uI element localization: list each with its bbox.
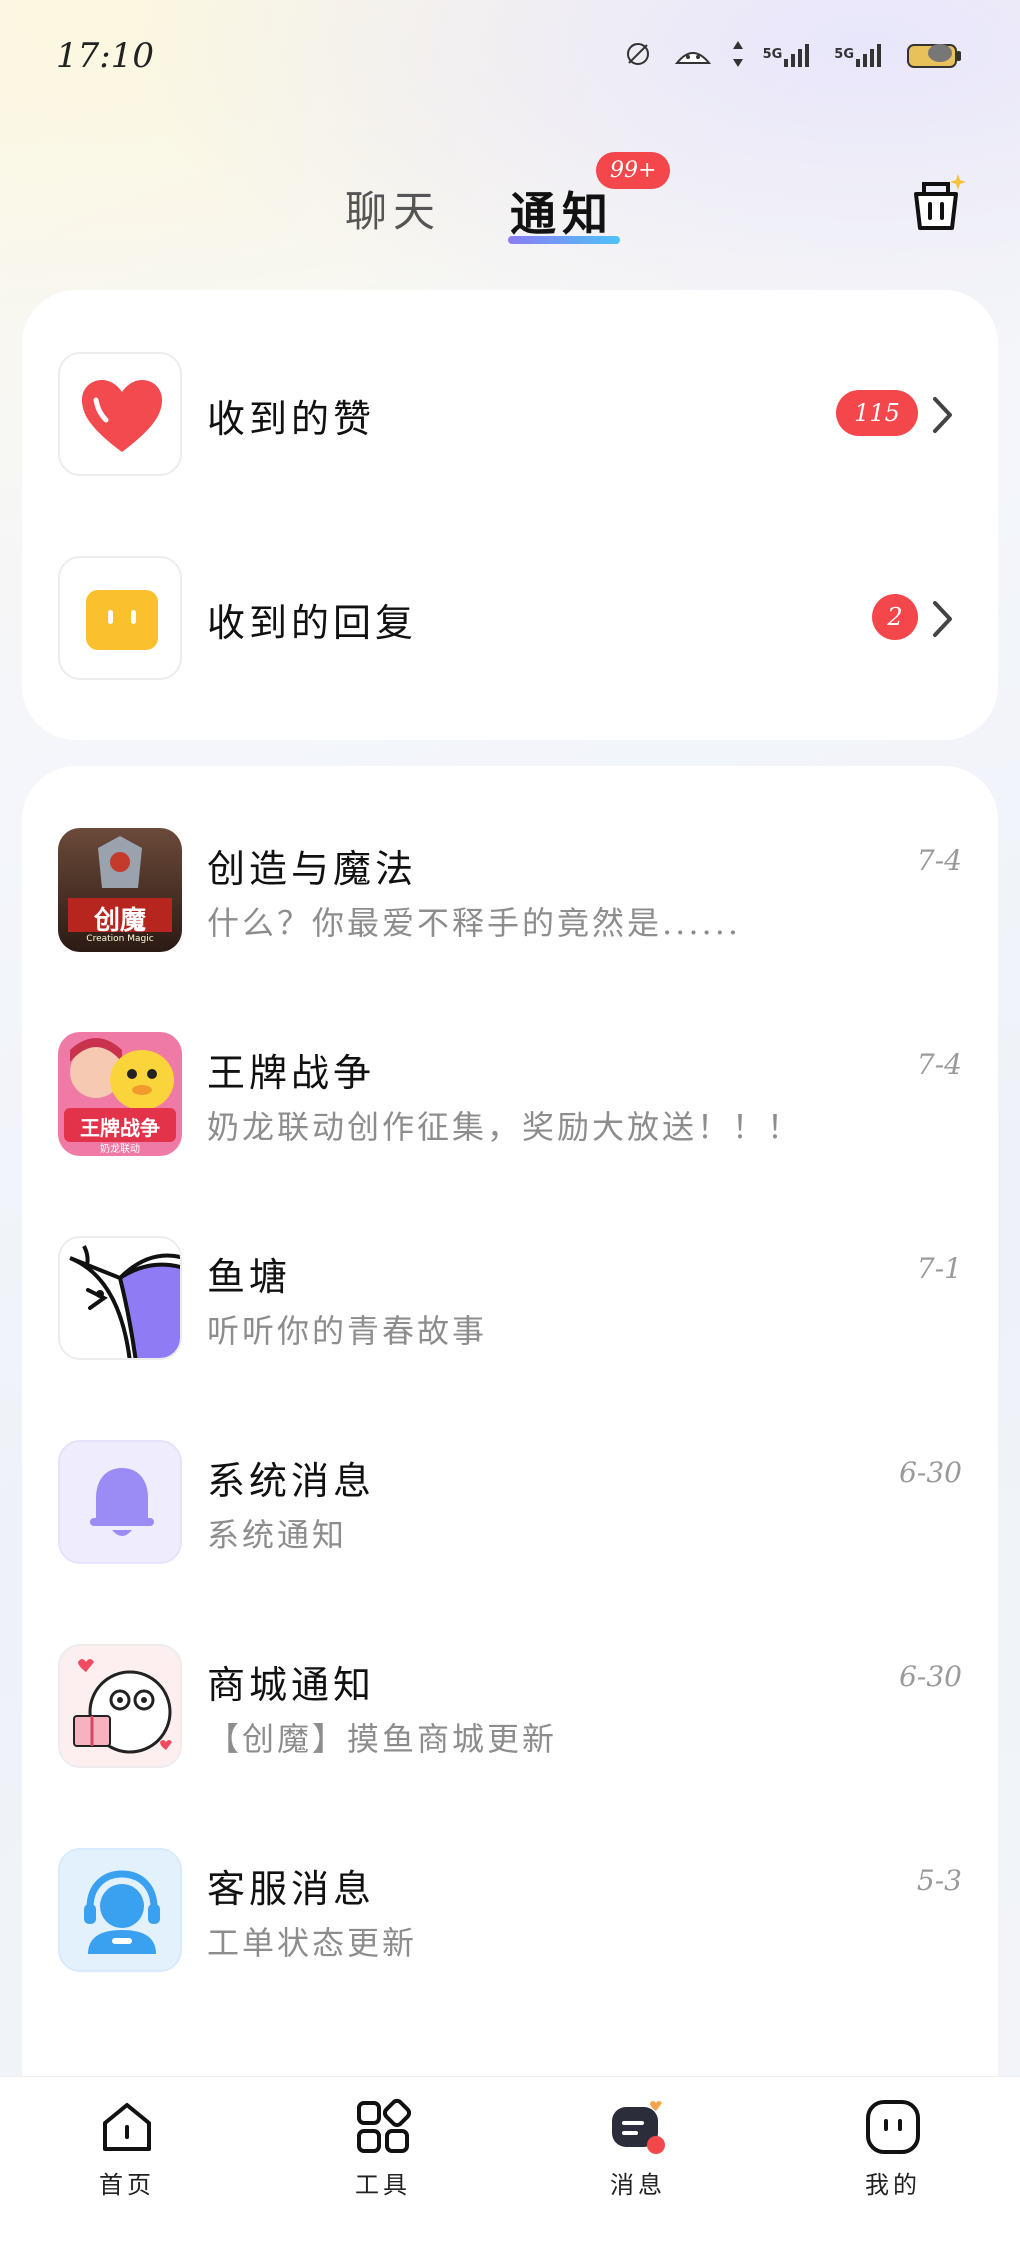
list-item[interactable]: 创魔 Creation Magic 创造与魔法 什么？你最爱不释手的竟然是...… (22, 828, 998, 952)
mall-mascot-icon (58, 1644, 182, 1768)
network-label-2: 5G (834, 46, 854, 62)
signal-5g-icon-1: 5G (763, 36, 817, 72)
nav-profile-label: 我的 (865, 2171, 921, 2199)
likes-row[interactable]: 收到的赞 115 (22, 352, 998, 476)
ace-war-game-icon: 王牌战争 奶龙联动 (58, 1032, 182, 1156)
clear-notifications-button[interactable] (906, 170, 970, 234)
nav-messages-label: 消息 (610, 2171, 666, 2199)
customer-service-icon (58, 1848, 182, 1972)
game-logo-subtext: 奶龙联动 (100, 1144, 140, 1155)
message-icon (612, 2101, 665, 2154)
reply-face-icon (58, 556, 182, 680)
list-item[interactable]: 王牌战争 奶龙联动 王牌战争 奶龙联动创作征集，奖励大放送！！！ 7-4 (22, 1032, 998, 1156)
tools-grid-icon (357, 2098, 412, 2153)
replies-row[interactable]: 收到的回复 2 (22, 556, 998, 680)
bell-icon (58, 1440, 182, 1564)
item-subtitle: 系统通知 (207, 1516, 348, 1554)
item-title: 鱼塘 (207, 1255, 292, 1299)
cat-sticker-icon (673, 36, 713, 72)
item-title: 系统消息 (207, 1459, 376, 1503)
item-subtitle: 奶龙联动创作征集，奖励大放送！！！ (207, 1108, 803, 1146)
profile-face-icon (866, 2100, 920, 2154)
top-tabs: 聊天 通知 99+ (0, 152, 1020, 260)
likes-count-badge: 115 (836, 390, 918, 436)
fish-pond-icon (58, 1236, 182, 1360)
list-item[interactable]: 客服消息 工单状态更新 5-3 (22, 1848, 998, 1972)
item-title: 王牌战争 (207, 1051, 376, 1095)
tab-active-indicator (508, 236, 620, 244)
game-logo-text: 创魔 (93, 906, 146, 936)
status-time: 17:10 (56, 36, 154, 76)
list-item[interactable]: 商城通知 【创魔】摸鱼商城更新 6-30 (22, 1644, 998, 1768)
message-list: 创魔 Creation Magic 创造与魔法 什么？你最爱不释手的竟然是...… (22, 766, 998, 2086)
replies-label: 收到的回复 (207, 601, 418, 645)
item-date: 7-4 (916, 1048, 962, 1081)
status-icons: 5G 5G (621, 36, 964, 72)
nav-profile[interactable]: 我的 (833, 2097, 953, 2200)
item-date: 6-30 (899, 1660, 962, 1693)
nav-tools-label: 工具 (355, 2171, 411, 2199)
game-logo-subtext: Creation Magic (86, 934, 154, 944)
bottom-nav: 首页 工具 消息 我的 (0, 2076, 1020, 2244)
tab-notify[interactable]: 通知 (510, 178, 614, 244)
item-title: 创造与魔法 (207, 847, 418, 891)
nav-home-label: 首页 (99, 2171, 155, 2199)
list-item[interactable]: 系统消息 系统通知 6-30 (22, 1440, 998, 1564)
item-subtitle: 什么？你最爱不释手的竟然是...... (207, 904, 742, 942)
data-arrows-icon (731, 36, 745, 72)
chevron-right-icon (933, 397, 952, 433)
notify-count-badge: 99+ (596, 152, 671, 189)
network-label-1: 5G (762, 46, 783, 62)
battery-icon (906, 36, 964, 72)
likes-label: 收到的赞 (207, 397, 376, 441)
heart-icon (58, 352, 182, 476)
list-item[interactable]: 鱼塘 听听你的青春故事 7-1 (22, 1236, 998, 1360)
nav-home[interactable]: 首页 (67, 2097, 187, 2200)
nav-messages[interactable]: 消息 (578, 2097, 698, 2200)
interaction-summary-card: 收到的赞 115 收到的回复 2 (22, 290, 998, 740)
item-date: 6-30 (899, 1456, 962, 1489)
replies-count-badge: 2 (872, 594, 918, 640)
status-bar: 17:10 5G 5G (0, 0, 1020, 110)
game-logo-text: 王牌战争 (80, 1116, 160, 1140)
item-subtitle: 听听你的青春故事 (207, 1312, 488, 1350)
item-date: 5-3 (916, 1864, 962, 1897)
item-subtitle: 工单状态更新 (207, 1924, 418, 1962)
item-title: 客服消息 (207, 1867, 376, 1911)
signal-5g-icon-2: 5G (834, 36, 888, 72)
item-title: 商城通知 (207, 1663, 376, 1707)
tab-chat[interactable]: 聊天 (345, 178, 441, 239)
mute-icon (621, 36, 655, 72)
chevron-right-icon (933, 601, 952, 637)
item-date: 7-1 (916, 1252, 962, 1285)
broom-bucket-icon (914, 174, 966, 230)
home-icon (103, 2103, 151, 2151)
nav-tools[interactable]: 工具 (323, 2097, 443, 2200)
item-date: 7-4 (916, 844, 962, 877)
item-subtitle: 【创魔】摸鱼商城更新 (207, 1720, 558, 1758)
creation-magic-game-icon: 创魔 Creation Magic (58, 828, 182, 952)
